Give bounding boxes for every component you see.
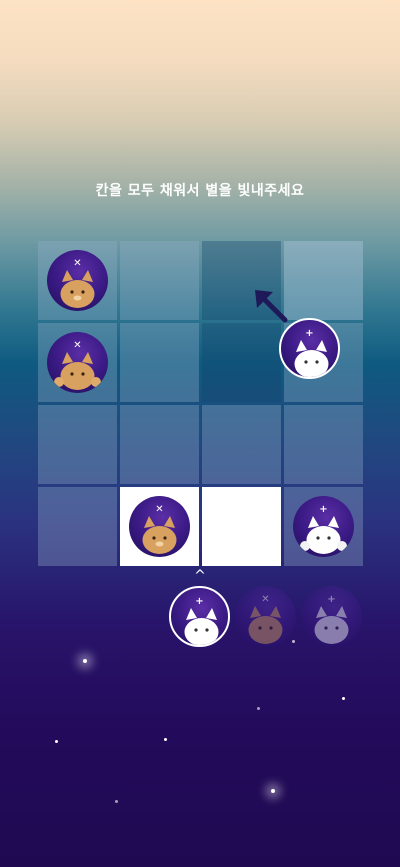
board-cell-r1c2[interactable] [120, 241, 199, 320]
selection-caret: ^ [194, 568, 206, 584]
cross-mark-icon: ✕ [73, 258, 82, 269]
arrow-up-left-icon [255, 290, 288, 323]
cross-mark-icon: ✕ [155, 504, 164, 515]
plus-mark-icon: + [305, 328, 314, 339]
plus-mark-icon: + [327, 594, 336, 605]
board-cell-r1c4[interactable] [284, 241, 363, 320]
white-fox-paws-token[interactable]: + [293, 496, 354, 557]
tray-item-gray-fox[interactable]: + [301, 586, 362, 647]
plus-mark-icon: + [195, 596, 204, 607]
star-decoration [115, 800, 118, 803]
tray-item-brown-fox[interactable]: ✕ [235, 586, 296, 647]
star-decoration [55, 740, 58, 743]
board-cell-r2c2[interactable] [120, 323, 199, 402]
white-fox-token-dragging[interactable]: + [279, 318, 340, 379]
star-decoration [164, 738, 167, 741]
game-board: ✕ ✕ ✕ + [38, 241, 363, 566]
star-decoration [271, 789, 275, 793]
star-decoration [83, 659, 87, 663]
fox-token[interactable]: ✕ [129, 496, 190, 557]
board-cell-r4c1[interactable] [38, 487, 117, 566]
board-cell-r3c2[interactable] [120, 405, 199, 484]
fox-token[interactable]: ✕ [47, 250, 108, 311]
plus-mark-icon: + [319, 504, 328, 515]
board-cell-r3c3[interactable] [202, 405, 281, 484]
brown-fox-token: ✕ [235, 586, 296, 647]
star-decoration [257, 707, 260, 710]
board-cell-r2c3[interactable] [202, 323, 281, 402]
cross-mark-icon: ✕ [261, 594, 270, 605]
board-cell-r2c1[interactable]: ✕ [38, 323, 117, 402]
board-cell-r4c2[interactable]: ✕ [120, 487, 199, 566]
fox-paws-token[interactable]: ✕ [47, 332, 108, 393]
board-cell-r3c1[interactable] [38, 405, 117, 484]
instruction-text: 칸을 모두 채워서 별을 빛내주세요 [95, 183, 305, 199]
gray-fox-token: + [301, 586, 362, 647]
white-fox-token-body: + [279, 318, 340, 379]
board-cell-r3c4[interactable] [284, 405, 363, 484]
cross-mark-icon: ✕ [73, 340, 82, 351]
board-cell-r4c4[interactable]: + [284, 487, 363, 566]
star-decoration [292, 640, 295, 643]
board-cell-r4c3[interactable] [202, 487, 281, 566]
tray-item-white-fox[interactable]: + [169, 586, 230, 647]
board-cell-r1c1[interactable]: ✕ [38, 241, 117, 320]
white-fox-token: + [169, 586, 230, 647]
star-decoration [342, 697, 345, 700]
